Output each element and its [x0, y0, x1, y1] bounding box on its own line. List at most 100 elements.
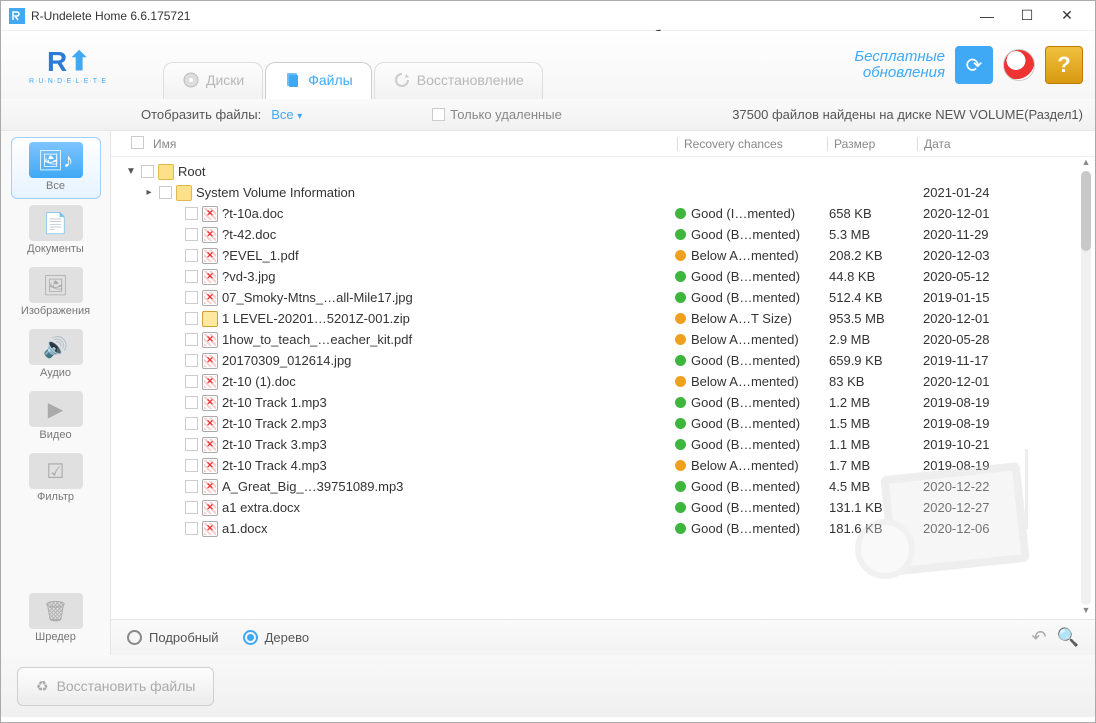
row-checkbox[interactable] [185, 459, 198, 472]
file-row[interactable]: a1 extra.docxGood (B…mented)131.1 KB2020… [121, 497, 1095, 518]
file-row[interactable]: 07_Smoky-Mtns_…all-Mile17.jpgGood (B…men… [121, 287, 1095, 308]
row-checkbox[interactable] [185, 501, 198, 514]
file-row[interactable]: ?vd-3.jpgGood (B…mented)44.8 KB2020-05-1… [121, 266, 1095, 287]
row-checkbox[interactable] [185, 522, 198, 535]
view-toolbar: Подробный Дерево ↶ 🔍 [111, 619, 1095, 655]
file-row[interactable]: ▼Root [121, 161, 1095, 182]
tab-recovery[interactable]: Восстановление [374, 62, 543, 99]
column-date[interactable]: Дата [917, 137, 1067, 151]
recover-files-button[interactable]: ♻ Восстановить файлы [17, 667, 214, 706]
status-dot-icon [675, 376, 686, 387]
select-all-checkbox[interactable] [131, 136, 144, 149]
expand-icon[interactable]: ▼ [125, 166, 137, 177]
refresh-button[interactable]: ⟳ [955, 46, 993, 84]
row-checkbox[interactable] [159, 186, 172, 199]
logo-text: R [47, 46, 66, 78]
show-files-value: Все [271, 107, 293, 122]
show-files-dropdown[interactable]: Все ▾ [271, 107, 302, 122]
sidebar-item-documents[interactable]: 📄 Документы [11, 201, 101, 261]
row-checkbox[interactable] [185, 312, 198, 325]
column-size[interactable]: Размер [827, 137, 917, 151]
row-checkbox[interactable] [185, 438, 198, 451]
scroll-down-icon[interactable]: ▼ [1079, 605, 1093, 619]
chevron-down-icon: ▾ [297, 111, 302, 122]
view-detailed-radio[interactable]: Подробный [127, 630, 219, 645]
file-row[interactable]: 2t-10 Track 4.mp3Below A…mented)1.7 MB20… [121, 455, 1095, 476]
tab-disks[interactable]: Диски [163, 62, 263, 99]
header: R⬆ R·U·N·D·E·L·E·T·E Диски Файлы Восстан… [1, 31, 1095, 99]
close-button[interactable]: ✕ [1047, 2, 1087, 30]
maximize-button[interactable]: ☐ [1007, 2, 1047, 30]
row-checkbox[interactable] [185, 228, 198, 241]
status-text: 37500 файлов найдены на диске NEW VOLUME… [732, 107, 1083, 122]
sidebar-item-all[interactable]: 🖼♪ Все [11, 137, 101, 199]
file-row[interactable]: 2t-10 Track 2.mp3Good (B…mented)1.5 MB20… [121, 413, 1095, 434]
broken-file-icon [202, 374, 218, 390]
sidebar-item-images[interactable]: 🖼 Изображения [11, 263, 101, 323]
toolbar: Отобразить файлы: Все ▾ Только удаленные… [1, 99, 1095, 131]
column-recovery[interactable]: Recovery chances [677, 137, 827, 151]
language-button[interactable] [1003, 49, 1035, 81]
sidebar-item-video[interactable]: ▶ Видео [11, 387, 101, 447]
date-cell: 2020-12-22 [923, 479, 1073, 494]
app-icon [9, 8, 25, 24]
sidebar-item-shredder[interactable]: 🗑 Шредер [11, 589, 101, 649]
scroll-up-icon[interactable]: ▲ [1079, 157, 1093, 171]
column-name[interactable]: Имя [153, 137, 677, 151]
file-row[interactable]: ?t-10a.docGood (I…mented)658 KB2020-12-0… [121, 203, 1095, 224]
all-icon: 🖼♪ [29, 142, 83, 178]
status-dot-icon [675, 208, 686, 219]
documents-icon: 📄 [29, 205, 83, 241]
row-checkbox[interactable] [185, 333, 198, 346]
row-checkbox[interactable] [185, 354, 198, 367]
status-dot-icon [675, 397, 686, 408]
row-checkbox[interactable] [185, 480, 198, 493]
file-row[interactable]: 2t-10 Track 1.mp3Good (B…mented)1.2 MB20… [121, 392, 1095, 413]
sidebar-item-audio[interactable]: 🔊 Аудио [11, 325, 101, 385]
row-checkbox[interactable] [185, 396, 198, 409]
file-row[interactable]: 1 LEVEL-20201…5201Z-001.zipBelow A…T Siz… [121, 308, 1095, 329]
file-name: 2t-10 (1).doc [222, 374, 671, 389]
recovery-cell: Good (B…mented) [675, 269, 825, 284]
files-icon [284, 71, 302, 89]
row-checkbox[interactable] [185, 270, 198, 283]
view-tree-radio[interactable]: Дерево [243, 630, 309, 645]
file-row[interactable]: a1.docxGood (B…mented)181.6 KB2020-12-06 [121, 518, 1095, 539]
tab-label: Восстановление [417, 72, 524, 88]
file-row[interactable]: ▸System Volume Information2021-01-24 [121, 182, 1095, 203]
help-button[interactable]: ? [1045, 46, 1083, 84]
window-title: R-Undelete Home 6.6.175721 [31, 9, 967, 23]
broken-file-icon [202, 395, 218, 411]
scroll-thumb[interactable] [1081, 171, 1091, 251]
file-row[interactable]: 2t-10 (1).docBelow A…mented)83 KB2020-12… [121, 371, 1095, 392]
video-icon: ▶ [29, 391, 83, 427]
file-row[interactable]: 1how_to_teach_…eacher_kit.pdfBelow A…men… [121, 329, 1095, 350]
file-row[interactable]: 20170309_012614.jpgGood (B…mented)659.9 … [121, 350, 1095, 371]
file-row[interactable]: ?EVEL_1.pdfBelow A…mented)208.2 KB2020-1… [121, 245, 1095, 266]
minimize-button[interactable]: — [967, 2, 1007, 30]
back-icon[interactable]: ↶ [1031, 627, 1046, 648]
file-row[interactable]: 2t-10 Track 3.mp3Good (B…mented)1.1 MB20… [121, 434, 1095, 455]
expand-icon[interactable]: ▸ [143, 187, 155, 198]
size-cell: 659.9 KB [829, 353, 919, 368]
row-checkbox[interactable] [141, 165, 154, 178]
row-checkbox[interactable] [185, 249, 198, 262]
only-deleted-checkbox[interactable]: Только удаленные [432, 107, 562, 122]
updates-link[interactable]: Бесплатные обновления [854, 49, 945, 81]
date-cell: 2020-12-01 [923, 311, 1073, 326]
row-checkbox[interactable] [185, 207, 198, 220]
file-name: System Volume Information [196, 185, 671, 200]
file-row[interactable]: A_Great_Big_…39751089.mp3Good (B…mented)… [121, 476, 1095, 497]
audio-icon: 🔊 [29, 329, 83, 365]
scrollbar[interactable]: ▲ ▼ [1079, 157, 1093, 619]
file-row[interactable]: ?t-42.docGood (B…mented)5.3 MB2020-11-29 [121, 224, 1095, 245]
broken-file-icon [202, 458, 218, 474]
row-checkbox[interactable] [185, 417, 198, 430]
tab-files[interactable]: Файлы [265, 62, 371, 99]
sidebar-item-filter[interactable]: ☑ Фильтр [11, 449, 101, 509]
row-checkbox[interactable] [185, 375, 198, 388]
search-icon[interactable]: 🔍 [1057, 627, 1079, 648]
broken-file-icon [202, 479, 218, 495]
row-checkbox[interactable] [185, 291, 198, 304]
recovery-cell: Below A…T Size) [675, 311, 825, 326]
